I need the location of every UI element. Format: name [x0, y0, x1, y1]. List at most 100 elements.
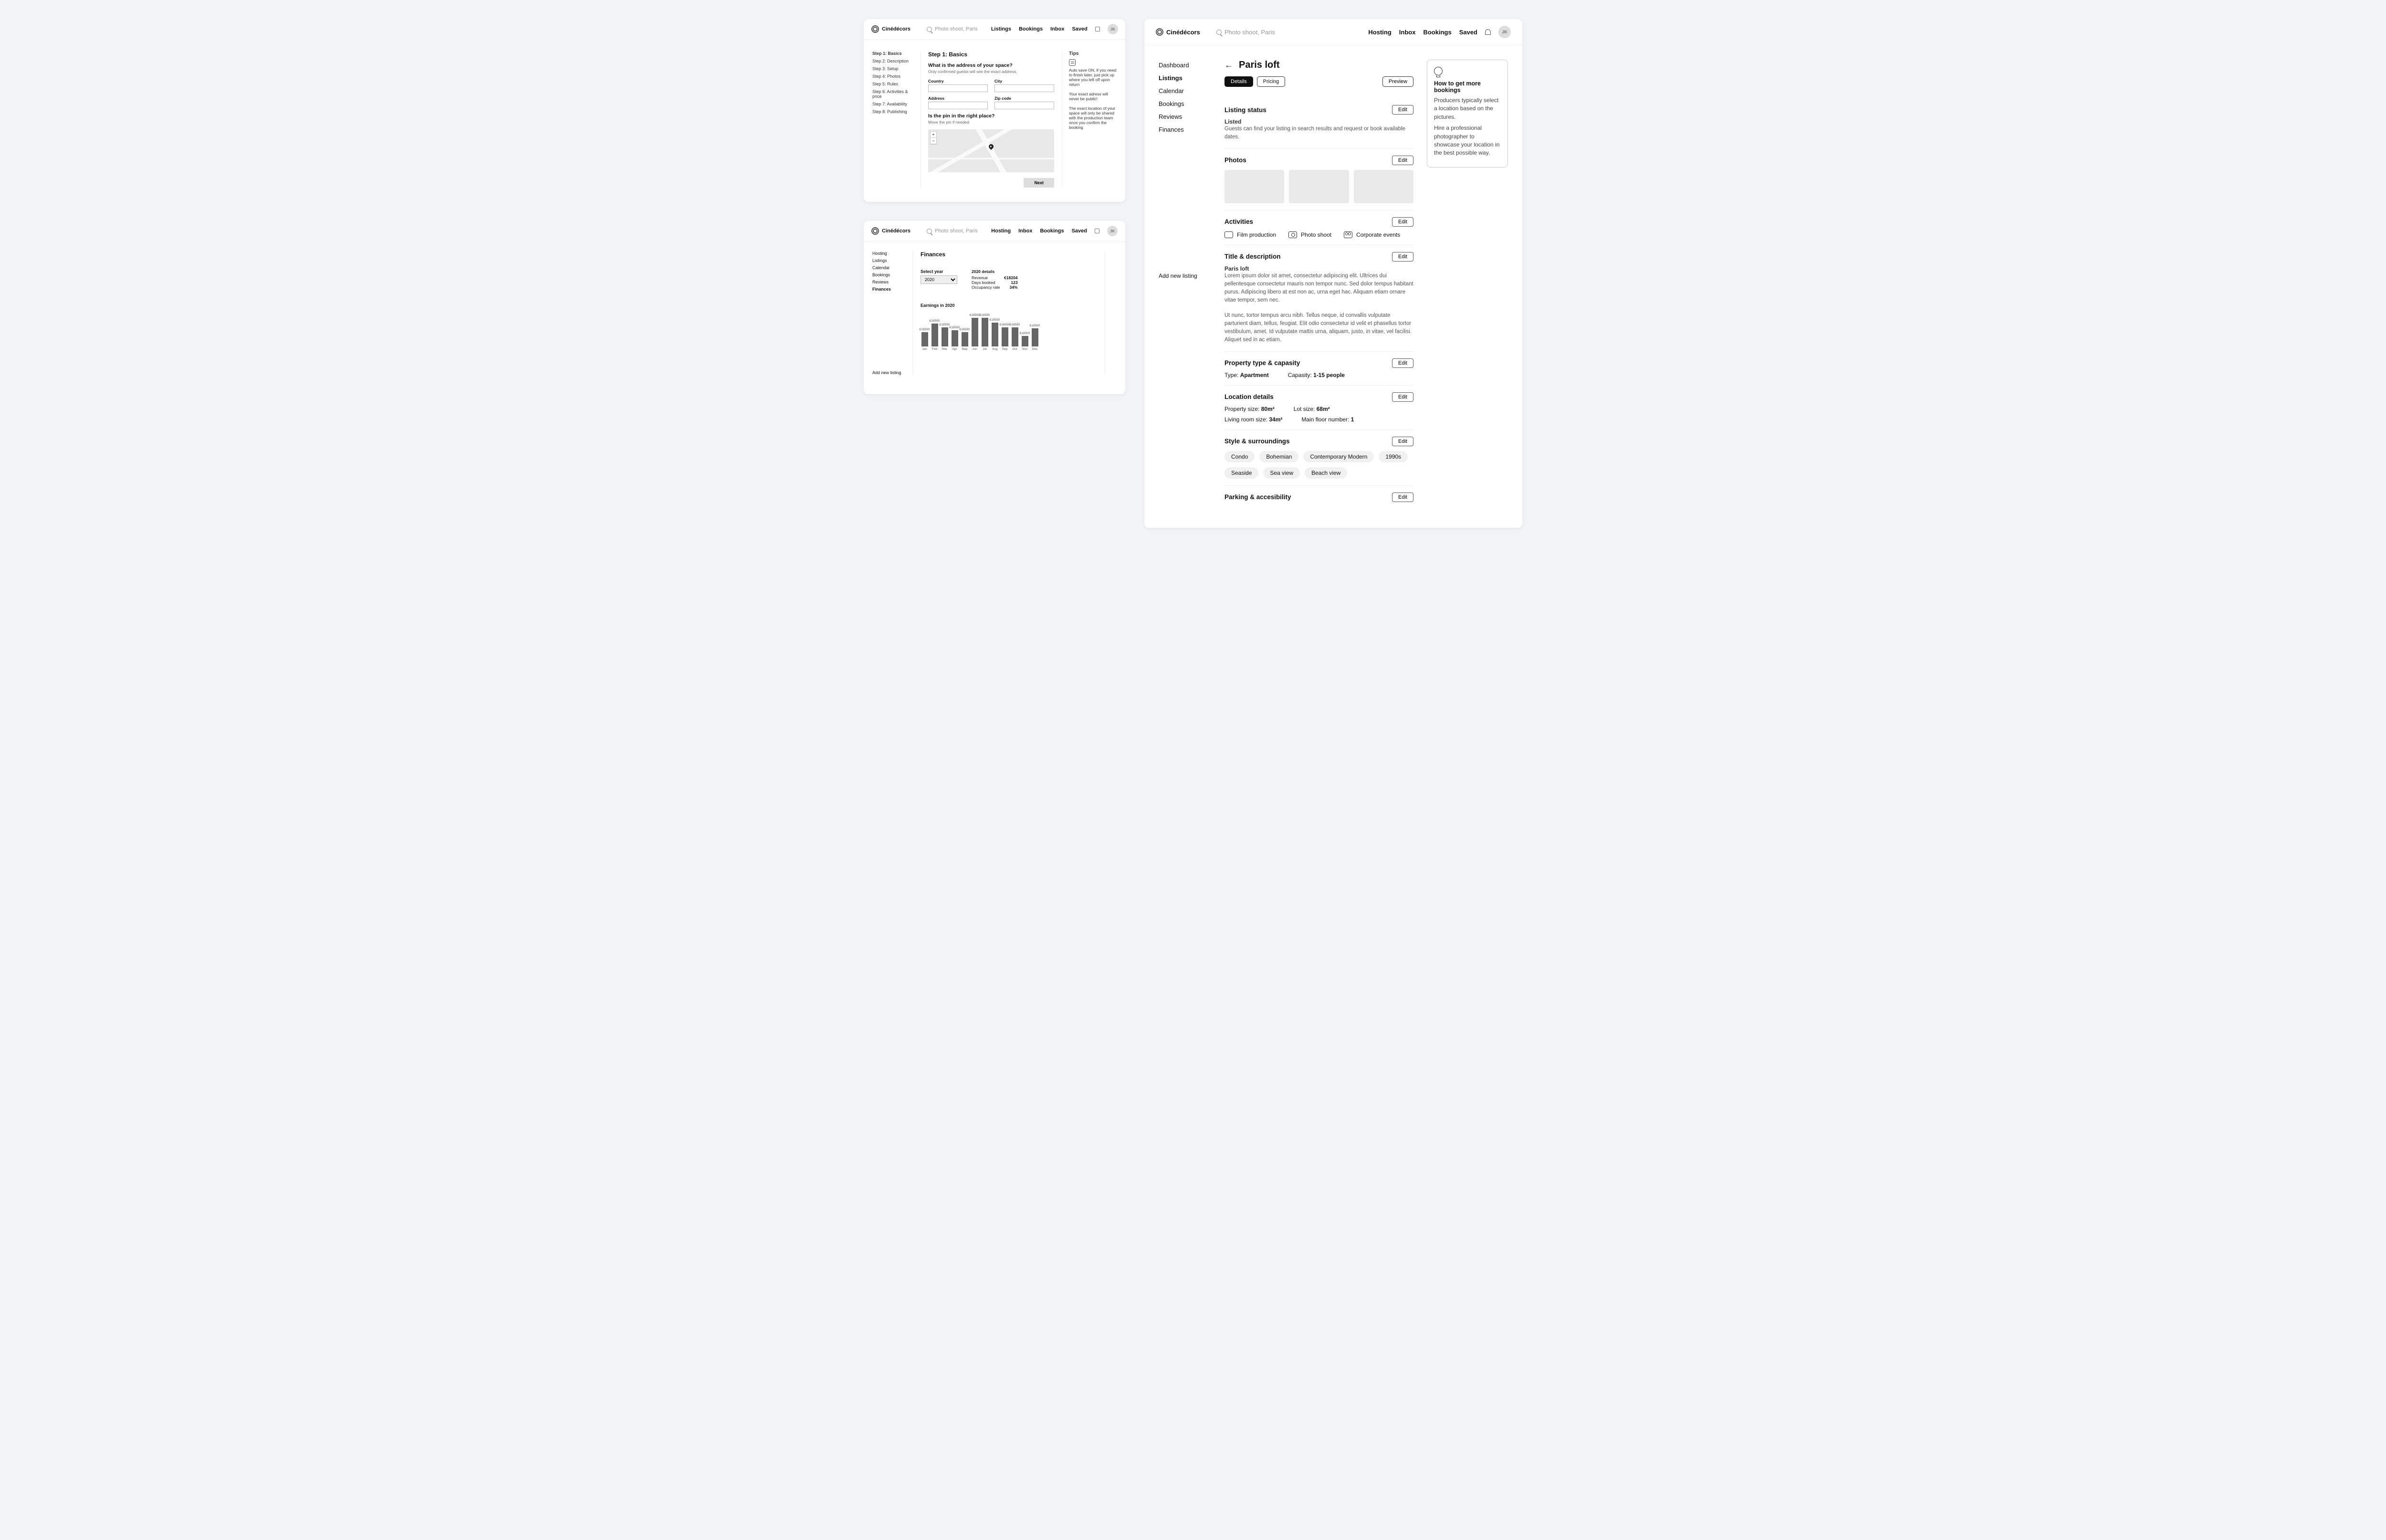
finances-card: Cinédécors Photo shoot, Paris Hosting In… [864, 221, 1125, 394]
topbar: Cinédécors Photo shoot, Paris Hosting In… [864, 221, 1125, 241]
type-value: Apartment [1240, 372, 1269, 378]
search[interactable]: Photo shoot, Paris [927, 26, 978, 32]
step-6[interactable]: Step 6: Activities & price [872, 89, 913, 99]
search[interactable]: Photo shoot, Paris [927, 228, 978, 234]
step-5[interactable]: Step 5: Rules [872, 82, 913, 86]
side-hosting[interactable]: Hosting [872, 251, 906, 256]
section-style: Style & surroundingsEdit CondoBohemianCo… [1224, 430, 1413, 486]
style-pill[interactable]: Condo [1224, 451, 1255, 462]
lightbulb-icon [1434, 67, 1443, 75]
side-bookings[interactable]: Bookings [1159, 100, 1211, 107]
input-address[interactable] [928, 102, 988, 109]
bar-value-label: €18590 [920, 328, 930, 331]
step-2[interactable]: Step 2: Description [872, 59, 913, 63]
photo-placeholder[interactable] [1289, 170, 1349, 203]
photo-placeholder[interactable] [1354, 170, 1413, 203]
nav-listings[interactable]: Listings [991, 26, 1011, 32]
activity-film: Film production [1237, 231, 1276, 238]
side-finances[interactable]: Finances [872, 287, 906, 292]
bar [931, 324, 938, 346]
nav-inbox[interactable]: Inbox [1050, 26, 1064, 32]
style-pill[interactable]: Seaside [1224, 467, 1258, 479]
style-pill[interactable]: Sea view [1263, 467, 1300, 479]
zoom-in-icon[interactable]: + [931, 132, 936, 138]
bar-value-label: €18590 [1000, 323, 1010, 326]
nav-hosting[interactable]: Hosting [1368, 29, 1391, 36]
input-city[interactable] [994, 84, 1054, 92]
tip-p1: Producers typically select a location ba… [1434, 96, 1501, 121]
step-1[interactable]: Step 1: Basics [872, 51, 913, 56]
logo[interactable]: Cinédécors [871, 227, 910, 235]
edit-button[interactable]: Edit [1392, 252, 1413, 262]
edit-button[interactable]: Edit [1392, 217, 1413, 227]
side-calendar[interactable]: Calendar [872, 265, 906, 270]
map-zoom[interactable]: +− [930, 131, 937, 145]
side-listings[interactable]: Listings [872, 258, 906, 263]
tips-title: Tips [1069, 51, 1117, 56]
nav-saved[interactable]: Saved [1072, 228, 1087, 234]
nav-saved[interactable]: Saved [1072, 26, 1087, 32]
back-arrow-icon[interactable]: ← [1224, 60, 1233, 70]
input-country[interactable] [928, 84, 988, 92]
step-3[interactable]: Step 3: Setup [872, 66, 913, 71]
side-finances[interactable]: Finances [1159, 126, 1211, 133]
edit-button[interactable]: Edit [1392, 358, 1413, 368]
logo[interactable]: Cinédécors [1156, 28, 1200, 36]
external-link-icon[interactable] [1095, 229, 1099, 233]
side-listings[interactable]: Listings [1159, 74, 1211, 82]
avatar[interactable]: JK [1107, 226, 1118, 236]
propsize-value: 80m² [1261, 406, 1275, 412]
photo-placeholder[interactable] [1224, 170, 1284, 203]
tip-p2: Hire a professional photographer to show… [1434, 124, 1501, 157]
edit-button[interactable]: Edit [1392, 156, 1413, 165]
nav-bookings[interactable]: Bookings [1019, 26, 1043, 32]
style-pill[interactable]: Beach view [1305, 467, 1347, 479]
side-dashboard[interactable]: Dashboard [1159, 62, 1211, 69]
photos-heading: Photos [1224, 157, 1246, 164]
side-bookings[interactable]: Bookings [872, 272, 906, 277]
edit-button[interactable]: Edit [1392, 392, 1413, 402]
avatar[interactable]: JK [1498, 26, 1511, 38]
avatar[interactable]: JK [1108, 24, 1118, 34]
edit-button[interactable]: Edit [1392, 437, 1413, 446]
side-calendar[interactable]: Calendar [1159, 87, 1211, 94]
nav-saved[interactable]: Saved [1459, 29, 1477, 36]
input-zip[interactable] [994, 102, 1054, 109]
year-select[interactable]: 2020 [921, 275, 957, 284]
address-sub: Only confirmed guests will see the exact… [928, 69, 1054, 74]
nav-bookings[interactable]: Bookings [1423, 29, 1451, 36]
step-7[interactable]: Step 7: Availability [872, 102, 913, 106]
style-pill[interactable]: 1990s [1379, 451, 1408, 462]
map[interactable]: +− [928, 129, 1054, 172]
bell-icon[interactable] [1485, 29, 1491, 35]
activity-corporate: Corporate events [1356, 231, 1400, 238]
style-pill[interactable]: Contemporary Modern [1303, 451, 1374, 462]
map-pin-icon[interactable] [988, 143, 994, 150]
nav-inbox[interactable]: Inbox [1018, 228, 1032, 234]
zoom-out-icon[interactable]: − [931, 138, 936, 144]
locdetails-heading: Location details [1224, 393, 1274, 400]
pin-sub: Move the pin if needed [928, 120, 1054, 125]
style-pill[interactable]: Bohemian [1259, 451, 1298, 462]
add-new-listing[interactable]: Add new listing [1159, 272, 1211, 279]
step-4[interactable]: Step 4: Photos [872, 74, 913, 79]
edit-button[interactable]: Edit [1392, 492, 1413, 502]
side-reviews[interactable]: Reviews [872, 280, 906, 284]
tab-pricing[interactable]: Pricing [1257, 76, 1286, 87]
bar-axis-label: Oct [1012, 347, 1017, 351]
days-value: 123 [1011, 280, 1017, 285]
edit-button[interactable]: Edit [1392, 105, 1413, 115]
logo[interactable]: Cinédécors [871, 25, 910, 33]
step-8[interactable]: Step 8: Publishing [872, 109, 913, 114]
tab-details[interactable]: Details [1224, 76, 1253, 87]
nav-inbox[interactable]: Inbox [1399, 29, 1416, 36]
side-reviews[interactable]: Reviews [1159, 113, 1211, 120]
nav-hosting[interactable]: Hosting [991, 228, 1011, 234]
nav-bookings[interactable]: Bookings [1040, 228, 1064, 234]
activities-heading: Activities [1224, 218, 1253, 225]
search[interactable]: Photo shoot, Paris [1216, 29, 1275, 36]
next-button[interactable]: Next [1024, 178, 1054, 188]
external-link-icon[interactable] [1095, 27, 1100, 31]
add-new-listing[interactable]: Add new listing [872, 294, 906, 375]
preview-button[interactable]: Preview [1382, 76, 1413, 87]
